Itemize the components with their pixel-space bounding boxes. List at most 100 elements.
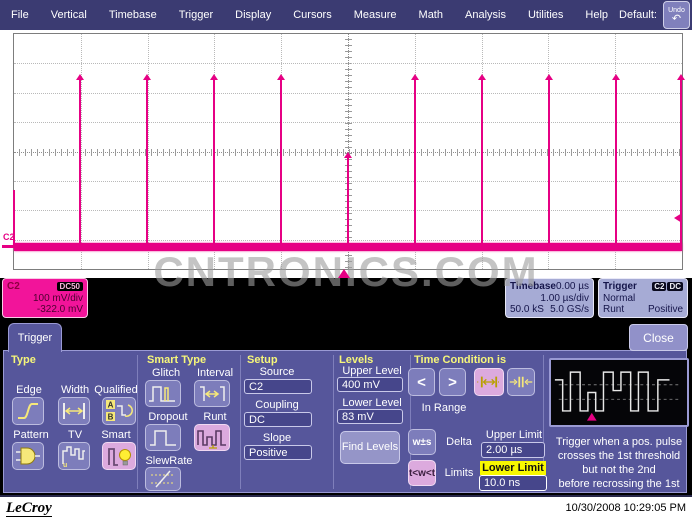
gridline-horizontal — [14, 122, 682, 123]
in-range-icon — [475, 373, 503, 391]
smart-type-dropout-button[interactable] — [145, 424, 181, 451]
undo-button[interactable]: Undo ↶ — [663, 1, 690, 29]
trigger-position-marker[interactable] — [338, 269, 350, 278]
menu-item-utilities[interactable]: Utilities — [517, 9, 574, 21]
time-condition-section-title: Time Condition is — [414, 354, 506, 366]
trigger-type-smart-button[interactable] — [102, 442, 136, 470]
trigger-type-edge-button[interactable] — [12, 397, 44, 425]
menu-item-display[interactable]: Display — [224, 9, 282, 21]
divider — [137, 355, 138, 489]
trace-spike-tip — [677, 74, 685, 80]
delta-label: Delta — [438, 436, 480, 448]
menu-item-help[interactable]: Help — [574, 9, 619, 21]
lower-level-label: Lower Level — [336, 397, 408, 409]
slewrate-icon — [148, 469, 178, 489]
runt-waveform-icon — [551, 360, 687, 425]
trigger-type-width-button[interactable] — [58, 397, 90, 425]
smart-type-interval-button[interactable] — [194, 380, 230, 407]
source-label: Source — [244, 366, 310, 378]
lecroy-logo: LeCroy — [6, 500, 52, 517]
delta-button[interactable]: w±s — [408, 429, 436, 455]
close-button[interactable]: Close — [629, 324, 688, 351]
runt-icon — [196, 426, 228, 450]
smart-type-slewrate-button[interactable] — [145, 467, 181, 491]
slewrate-label: SlewRate — [140, 455, 198, 467]
interval-label: Interval — [190, 367, 240, 379]
condition-in-range-button[interactable] — [474, 368, 504, 396]
glitch-label: Glitch — [142, 367, 190, 379]
coupling-field[interactable]: DC — [244, 412, 312, 427]
find-levels-button[interactable]: Find Levels — [340, 431, 400, 464]
condition-less-than-button[interactable]: < — [408, 368, 435, 396]
limits-button-glyph: t<w<t — [409, 468, 435, 479]
gridline-horizontal — [14, 63, 682, 64]
type-section-title: Type — [11, 354, 36, 366]
trace-spike-tip — [277, 74, 285, 80]
trigger-type-value: Runt — [603, 304, 624, 315]
trigger-type-qualified-button[interactable]: A B — [102, 397, 136, 425]
trace-spike-tip — [76, 74, 84, 80]
svg-text:u: u — [63, 462, 67, 468]
trigger-type-pattern-button[interactable] — [12, 442, 44, 470]
trace-spike-tip — [411, 74, 419, 80]
runt-trigger-diagram — [549, 358, 689, 427]
lower-limit-field[interactable]: 10.0 ns — [479, 475, 547, 491]
menu-item-cursors[interactable]: Cursors — [282, 9, 343, 21]
upper-level-field[interactable]: 400 mV — [337, 377, 403, 392]
menu-bar: File Vertical Timebase Trigger Display C… — [0, 0, 692, 30]
menu-item-math[interactable]: Math — [408, 9, 454, 21]
condition-greater-than-button[interactable]: > — [439, 368, 466, 396]
trace-spike — [615, 79, 617, 247]
smart-type-glitch-button[interactable] — [145, 380, 181, 407]
qualified-label: Qualified — [92, 384, 140, 396]
condition-out-of-range-button[interactable] — [507, 368, 535, 396]
delta-button-glyph: w±s — [413, 437, 432, 448]
slope-field[interactable]: Positive — [244, 445, 312, 460]
oscilloscope-app: File Vertical Timebase Trigger Display C… — [0, 0, 692, 519]
trigger-description-line-2: crosses the 1st threshold — [544, 449, 692, 463]
trace-runt-spike — [347, 157, 349, 247]
trigger-level-marker[interactable] — [674, 213, 682, 223]
edge-icon — [15, 400, 41, 422]
source-field[interactable]: C2 — [244, 379, 312, 394]
edge-label: Edge — [6, 384, 52, 396]
smart-type-runt-button[interactable] — [194, 424, 230, 451]
width-icon — [60, 400, 88, 422]
lower-limit-label: Lower Limit — [480, 461, 546, 475]
menu-item-file[interactable]: File — [0, 9, 40, 21]
tv-icon: u — [60, 444, 88, 468]
c2-offset-value: -322.0 mV — [7, 304, 83, 315]
menu-item-timebase[interactable]: Timebase — [98, 9, 168, 21]
menu-item-analysis[interactable]: Analysis — [454, 9, 517, 21]
trace-spike — [79, 79, 81, 247]
timebase-samples-value: 50.0 kS — [510, 304, 544, 315]
lower-level-field[interactable]: 83 mV — [337, 409, 403, 424]
trace-spike-tip — [210, 74, 218, 80]
divider — [240, 355, 241, 489]
svg-text:B: B — [108, 413, 114, 422]
tab-trigger[interactable]: Trigger — [8, 323, 62, 352]
qualified-icon: A B — [104, 399, 134, 423]
waveform-display: CNTRONICS.COM C2 — [0, 30, 692, 278]
trigger-type-tv-button[interactable]: u — [58, 442, 90, 470]
in-range-label: In Range — [414, 402, 474, 414]
menu-item-trigger[interactable]: Trigger — [168, 9, 224, 21]
coupling-label: Coupling — [244, 399, 310, 411]
channel-zero-marker — [2, 245, 15, 248]
menu-item-vertical[interactable]: Vertical — [40, 9, 98, 21]
setup-section-title: Setup — [247, 354, 278, 366]
trace-spike — [280, 79, 282, 247]
interval-icon — [197, 383, 227, 405]
trigger-description-line-4: before recrossing the 1st — [544, 477, 692, 491]
slope-label: Slope — [244, 432, 310, 444]
dropout-icon — [148, 427, 178, 449]
trace-spike-tip — [545, 74, 553, 80]
smart-type-section-title: Smart Type — [147, 354, 206, 366]
menu-item-measure[interactable]: Measure — [343, 9, 408, 21]
pattern-icon — [14, 445, 42, 467]
limits-button[interactable]: t<w<t — [408, 460, 436, 486]
upper-limit-field[interactable]: 2.00 µs — [481, 442, 545, 458]
smart-icon — [104, 444, 134, 468]
out-of-range-icon — [508, 373, 534, 391]
gridline-horizontal — [14, 93, 682, 94]
